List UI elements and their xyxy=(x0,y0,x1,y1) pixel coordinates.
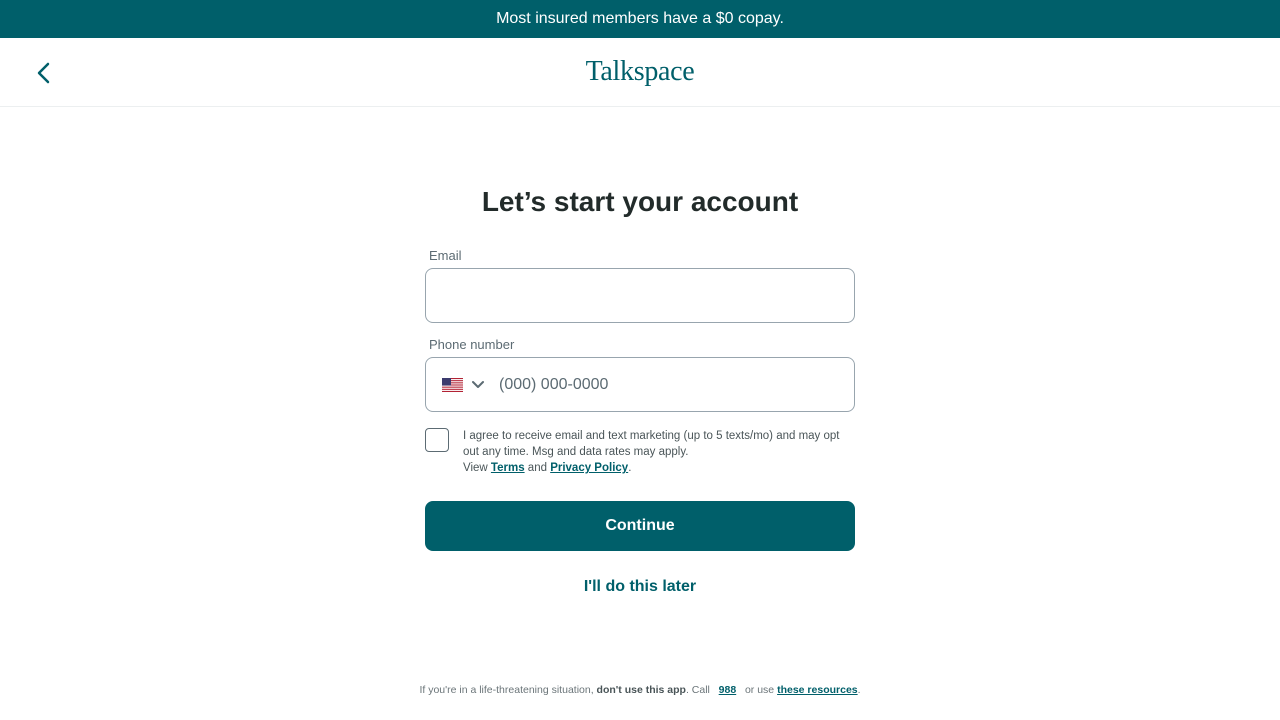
terms-link[interactable]: Terms xyxy=(491,462,525,474)
footer-call-text: . Call xyxy=(685,684,710,696)
promo-banner: Most insured members have a $0 copay. xyxy=(0,0,1280,38)
marketing-consent-text: I agree to receive email and text market… xyxy=(463,428,858,476)
consent-and-text: and xyxy=(527,462,547,474)
crisis-number-link[interactable]: 988 xyxy=(719,684,737,696)
footer-warning: don't use this app xyxy=(596,684,686,696)
crisis-footer: If you're in a life-threatening situatio… xyxy=(0,684,1280,696)
phone-number-label: Phone number xyxy=(429,337,515,352)
footer-period: . xyxy=(857,684,861,696)
phone-field-box xyxy=(425,357,855,412)
marketing-consent-checkbox[interactable] xyxy=(425,428,449,452)
crisis-resources-link[interactable]: these resources xyxy=(777,684,858,696)
page-title: Let’s start your account xyxy=(481,186,799,217)
consent-period: . xyxy=(628,462,632,474)
country-code-select[interactable] xyxy=(442,374,492,396)
do-this-later-link[interactable]: I'll do this later xyxy=(0,578,1280,596)
talkspace-logo: Talkspace xyxy=(585,56,695,87)
consent-view-prefix: View xyxy=(463,462,488,474)
footer-or-text: or use xyxy=(744,684,775,696)
footer-prefix: If you're in a life-threatening situatio… xyxy=(419,684,597,696)
email-input[interactable] xyxy=(442,269,838,322)
email-field-box xyxy=(425,268,855,323)
continue-button[interactable]: Continue xyxy=(425,501,855,551)
privacy-policy-link[interactable]: Privacy Policy xyxy=(550,462,628,474)
us-flag-icon xyxy=(442,378,463,392)
consent-text: I agree to receive email and text market… xyxy=(463,430,840,458)
chevron-down-icon xyxy=(472,381,484,388)
page-header: Talkspace xyxy=(0,38,1280,107)
phone-number-input[interactable] xyxy=(499,358,839,411)
promo-banner-text: Most insured members have a $0 copay. xyxy=(496,10,784,27)
email-label: Email xyxy=(429,248,462,263)
